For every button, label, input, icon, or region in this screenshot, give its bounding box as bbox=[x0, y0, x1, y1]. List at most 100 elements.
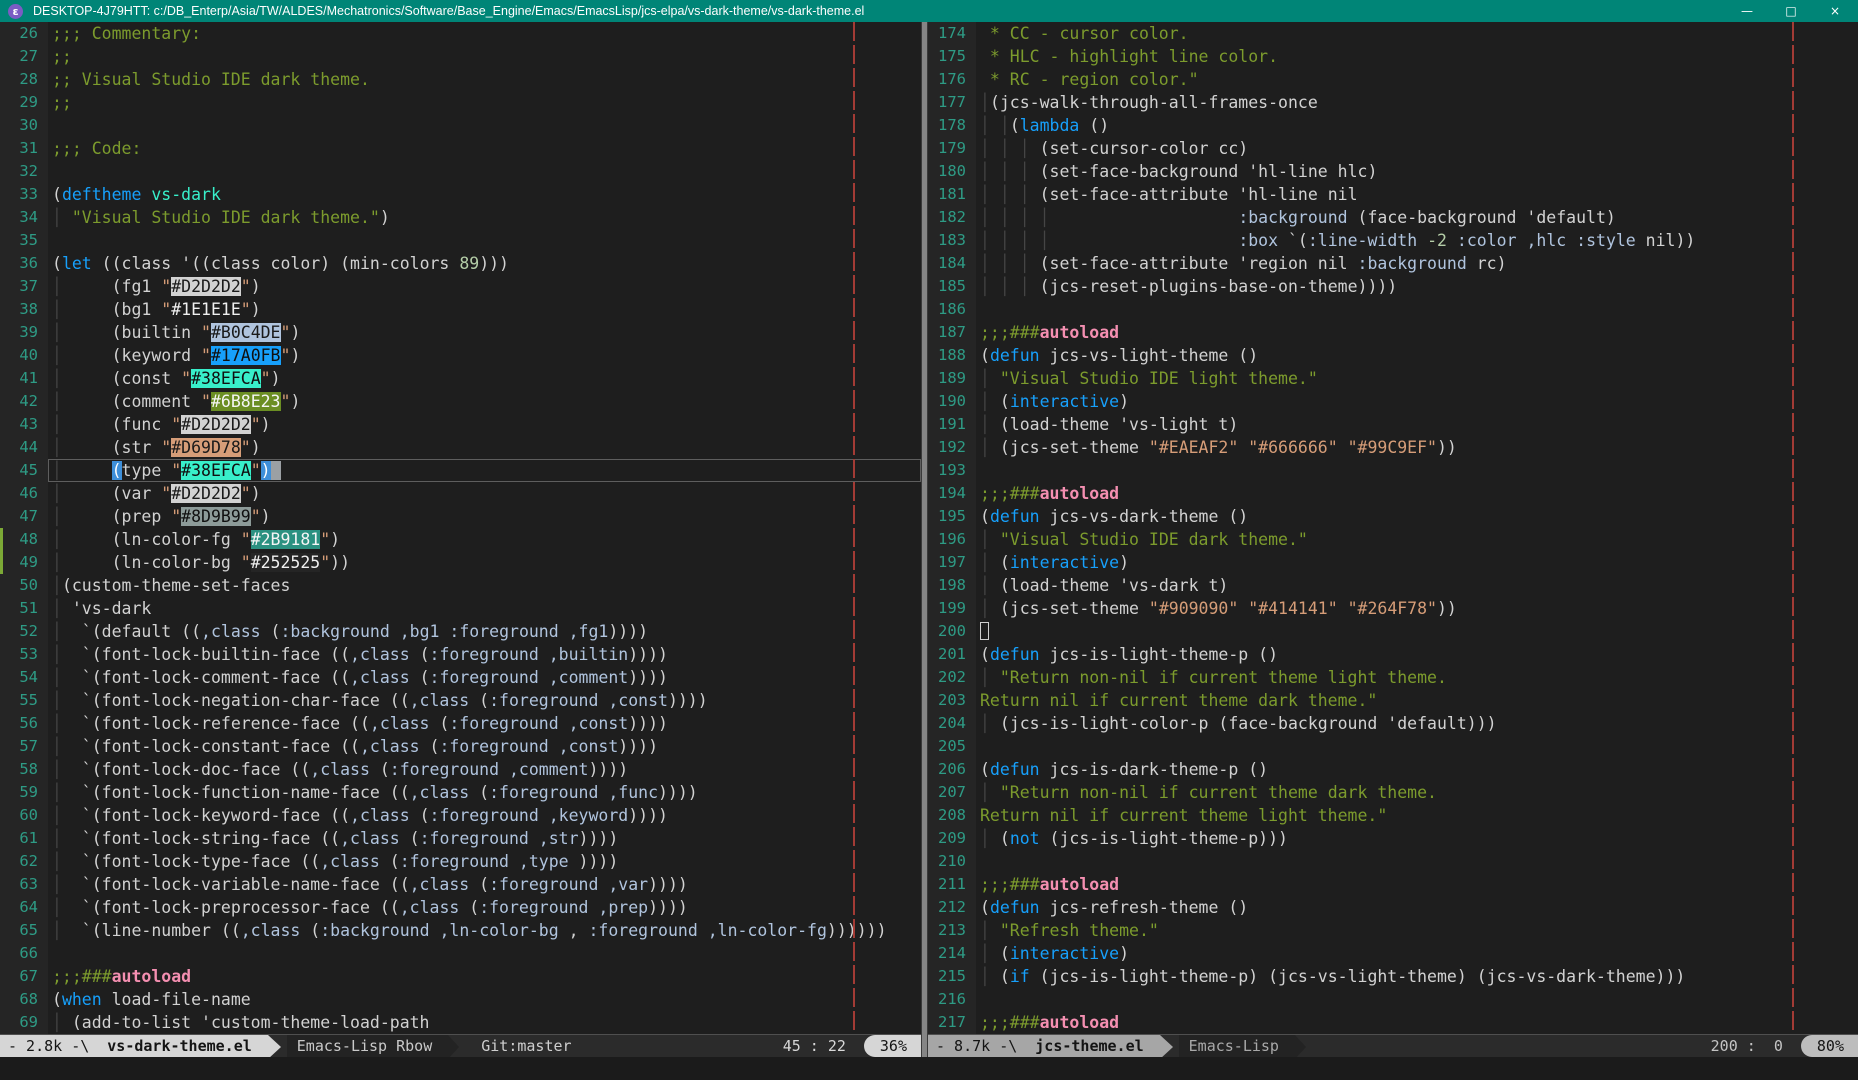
code-line[interactable]: 199│ (jcs-set-theme "#909090" "#414141" … bbox=[928, 597, 1858, 620]
code-line[interactable]: 194;;;###autoload bbox=[928, 482, 1858, 505]
code-line[interactable]: 213│ "Refresh theme." bbox=[928, 919, 1858, 942]
code-line[interactable]: 205 bbox=[928, 735, 1858, 758]
code-line[interactable]: 37│ (fg1 "#D2D2D2") bbox=[0, 275, 921, 298]
code-line[interactable]: 179│ │ │ (set-cursor-color cc) bbox=[928, 137, 1858, 160]
code-line[interactable]: 181│ │ │ (set-face-attribute 'hl-line ni… bbox=[928, 183, 1858, 206]
close-icon[interactable]: × bbox=[1828, 4, 1842, 18]
code-line[interactable]: 57│ `(font-lock-constant-face ((,class (… bbox=[0, 735, 921, 758]
code-line[interactable]: 26;;; Commentary: bbox=[0, 22, 921, 45]
code-line[interactable]: 34│ "Visual Studio IDE dark theme.") bbox=[0, 206, 921, 229]
code-line[interactable]: 58│ `(font-lock-doc-face ((,class (:fore… bbox=[0, 758, 921, 781]
maximize-icon[interactable]: □ bbox=[1784, 4, 1798, 18]
code-line[interactable]: 63│ `(font-lock-variable-name-face ((,cl… bbox=[0, 873, 921, 896]
buffer-jcs-theme[interactable]: 174 * CC - cursor color.175 * HLC - high… bbox=[928, 22, 1858, 1034]
modeline-buffer-name[interactable]: jcs-theme.el bbox=[1035, 1037, 1143, 1055]
code-line[interactable]: 203Return nil if current theme dark them… bbox=[928, 689, 1858, 712]
code-line[interactable]: 176 * RC - region color." bbox=[928, 68, 1858, 91]
minimize-icon[interactable]: — bbox=[1740, 4, 1754, 18]
code-line[interactable]: 51│ 'vs-dark bbox=[0, 597, 921, 620]
code-line[interactable]: 61│ `(font-lock-string-face ((,class (:f… bbox=[0, 827, 921, 850]
code-line[interactable]: 211;;;###autoload bbox=[928, 873, 1858, 896]
code-line[interactable]: 187;;;###autoload bbox=[928, 321, 1858, 344]
code-line[interactable]: 209│ (not (jcs-is-light-theme-p))) bbox=[928, 827, 1858, 850]
code-line[interactable]: 174 * CC - cursor color. bbox=[928, 22, 1858, 45]
window-divider[interactable] bbox=[921, 22, 928, 1057]
code-line[interactable]: 47│ (prep "#8D9B99") bbox=[0, 505, 921, 528]
code-line[interactable]: 49│ (ln-color-bg "#252525")) bbox=[0, 551, 921, 574]
code-line[interactable]: 41│ (const "#38EFCA") bbox=[0, 367, 921, 390]
modeline-git-branch[interactable]: Git:master bbox=[469, 1035, 583, 1057]
code-line[interactable]: 177│(jcs-walk-through-all-frames-once bbox=[928, 91, 1858, 114]
code-line[interactable]: 186 bbox=[928, 298, 1858, 321]
code-line[interactable]: 32 bbox=[0, 160, 921, 183]
code-line[interactable]: 40│ (keyword "#17A0FB") bbox=[0, 344, 921, 367]
code-line[interactable]: 38│ (bg1 "#1E1E1E") bbox=[0, 298, 921, 321]
code-line[interactable]: 204│ (jcs-is-light-color-p (face-backgro… bbox=[928, 712, 1858, 735]
code-line[interactable]: 67;;;###autoload bbox=[0, 965, 921, 988]
code-line[interactable]: 185│ │ │ (jcs-reset-plugins-base-on-them… bbox=[928, 275, 1858, 298]
code-line[interactable]: 43│ (func "#D2D2D2") bbox=[0, 413, 921, 436]
code-line[interactable]: 210 bbox=[928, 850, 1858, 873]
code-line[interactable]: 189│ "Visual Studio IDE light theme." bbox=[928, 367, 1858, 390]
code-line[interactable]: 44│ (str "#D69D78") bbox=[0, 436, 921, 459]
code-line[interactable]: 183│ │ │ │ :box `(:line-width -2 :color … bbox=[928, 229, 1858, 252]
code-line[interactable]: 196│ "Visual Studio IDE dark theme." bbox=[928, 528, 1858, 551]
code-line[interactable]: 35 bbox=[0, 229, 921, 252]
code-line[interactable]: 54│ `(font-lock-comment-face ((,class (:… bbox=[0, 666, 921, 689]
code-line[interactable]: 208Return nil if current theme light the… bbox=[928, 804, 1858, 827]
code-line[interactable]: 42│ (comment "#6B8E23") bbox=[0, 390, 921, 413]
code-line[interactable]: 69│ (add-to-list 'custom-theme-load-path bbox=[0, 1011, 921, 1034]
code-line[interactable]: 64│ `(font-lock-preprocessor-face ((,cla… bbox=[0, 896, 921, 919]
code-line[interactable]: 28;; Visual Studio IDE dark theme. bbox=[0, 68, 921, 91]
code-line[interactable]: 214│ (interactive) bbox=[928, 942, 1858, 965]
code-line[interactable]: 184│ │ │ (set-face-attribute 'region nil… bbox=[928, 252, 1858, 275]
code-line[interactable]: 65│ `(line-number ((,class (:background … bbox=[0, 919, 921, 942]
code-line[interactable]: 39│ (builtin "#B0C4DE") bbox=[0, 321, 921, 344]
code-line[interactable]: 60│ `(font-lock-keyword-face ((,class (:… bbox=[0, 804, 921, 827]
code-line[interactable]: 212(defun jcs-refresh-theme () bbox=[928, 896, 1858, 919]
code-line[interactable]: 178│ │(lambda () bbox=[928, 114, 1858, 137]
code-line[interactable]: 56│ `(font-lock-reference-face ((,class … bbox=[0, 712, 921, 735]
code-line[interactable]: 27;; bbox=[0, 45, 921, 68]
code-line[interactable]: 195(defun jcs-vs-dark-theme () bbox=[928, 505, 1858, 528]
code-line[interactable]: 216 bbox=[928, 988, 1858, 1011]
code-line[interactable]: 31;;; Code: bbox=[0, 137, 921, 160]
modeline-major-mode[interactable]: Emacs-Lisp bbox=[1179, 1035, 1295, 1057]
code-line[interactable]: 197│ (interactive) bbox=[928, 551, 1858, 574]
code-line[interactable]: 192│ (jcs-set-theme "#EAEAF2" "#666666" … bbox=[928, 436, 1858, 459]
code-line[interactable]: 52│ `(default ((,class (:background ,bg1… bbox=[0, 620, 921, 643]
code-line[interactable]: 188(defun jcs-vs-light-theme () bbox=[928, 344, 1858, 367]
code-line[interactable]: 66 bbox=[0, 942, 921, 965]
code-line[interactable]: 198│ (load-theme 'vs-dark t) bbox=[928, 574, 1858, 597]
code-line[interactable]: 191│ (load-theme 'vs-light t) bbox=[928, 413, 1858, 436]
code-line[interactable]: 33(deftheme vs-dark bbox=[0, 183, 921, 206]
code-line[interactable]: 68(when load-file-name bbox=[0, 988, 921, 1011]
buffer-vs-dark-theme[interactable]: 26;;; Commentary:27;;28;; Visual Studio … bbox=[0, 22, 921, 1034]
code-line[interactable]: 207│ "Return non-nil if current theme da… bbox=[928, 781, 1858, 804]
code-line[interactable]: 46│ (var "#D2D2D2") bbox=[0, 482, 921, 505]
code-line[interactable]: 30 bbox=[0, 114, 921, 137]
modeline-buffer-name[interactable]: vs-dark-theme.el bbox=[107, 1037, 252, 1055]
code-line[interactable]: 201(defun jcs-is-light-theme-p () bbox=[928, 643, 1858, 666]
code-line[interactable]: 200 bbox=[928, 620, 1858, 643]
code-line[interactable]: 45│ (type "#38EFCA") bbox=[0, 459, 921, 482]
code-line[interactable]: 193 bbox=[928, 459, 1858, 482]
code-line[interactable]: 175 * HLC - highlight line color. bbox=[928, 45, 1858, 68]
code-line[interactable]: 59│ `(font-lock-function-name-face ((,cl… bbox=[0, 781, 921, 804]
code-line[interactable]: 62│ `(font-lock-type-face ((,class (:for… bbox=[0, 850, 921, 873]
code-line[interactable]: 48│ (ln-color-fg "#2B9181") bbox=[0, 528, 921, 551]
code-line[interactable]: 215│ (if (jcs-is-light-theme-p) (jcs-vs-… bbox=[928, 965, 1858, 988]
echo-area[interactable] bbox=[0, 1057, 1858, 1080]
code-line[interactable]: 180│ │ │ (set-face-background 'hl-line h… bbox=[928, 160, 1858, 183]
code-line[interactable]: 202│ "Return non-nil if current theme li… bbox=[928, 666, 1858, 689]
code-line[interactable]: 206(defun jcs-is-dark-theme-p () bbox=[928, 758, 1858, 781]
code-line[interactable]: 29;; bbox=[0, 91, 921, 114]
code-line[interactable]: 36(let ((class '((class color) (min-colo… bbox=[0, 252, 921, 275]
code-line[interactable]: 50│(custom-theme-set-faces bbox=[0, 574, 921, 597]
modeline-major-mode[interactable]: Emacs-Lisp Rbow bbox=[287, 1035, 448, 1057]
code-line[interactable]: 190│ (interactive) bbox=[928, 390, 1858, 413]
code-line[interactable]: 217;;;###autoload bbox=[928, 1011, 1858, 1034]
code-line[interactable]: 55│ `(font-lock-negation-char-face ((,cl… bbox=[0, 689, 921, 712]
code-line[interactable]: 182│ │ │ │ :background (face-background … bbox=[928, 206, 1858, 229]
code-line[interactable]: 53│ `(font-lock-builtin-face ((,class (:… bbox=[0, 643, 921, 666]
